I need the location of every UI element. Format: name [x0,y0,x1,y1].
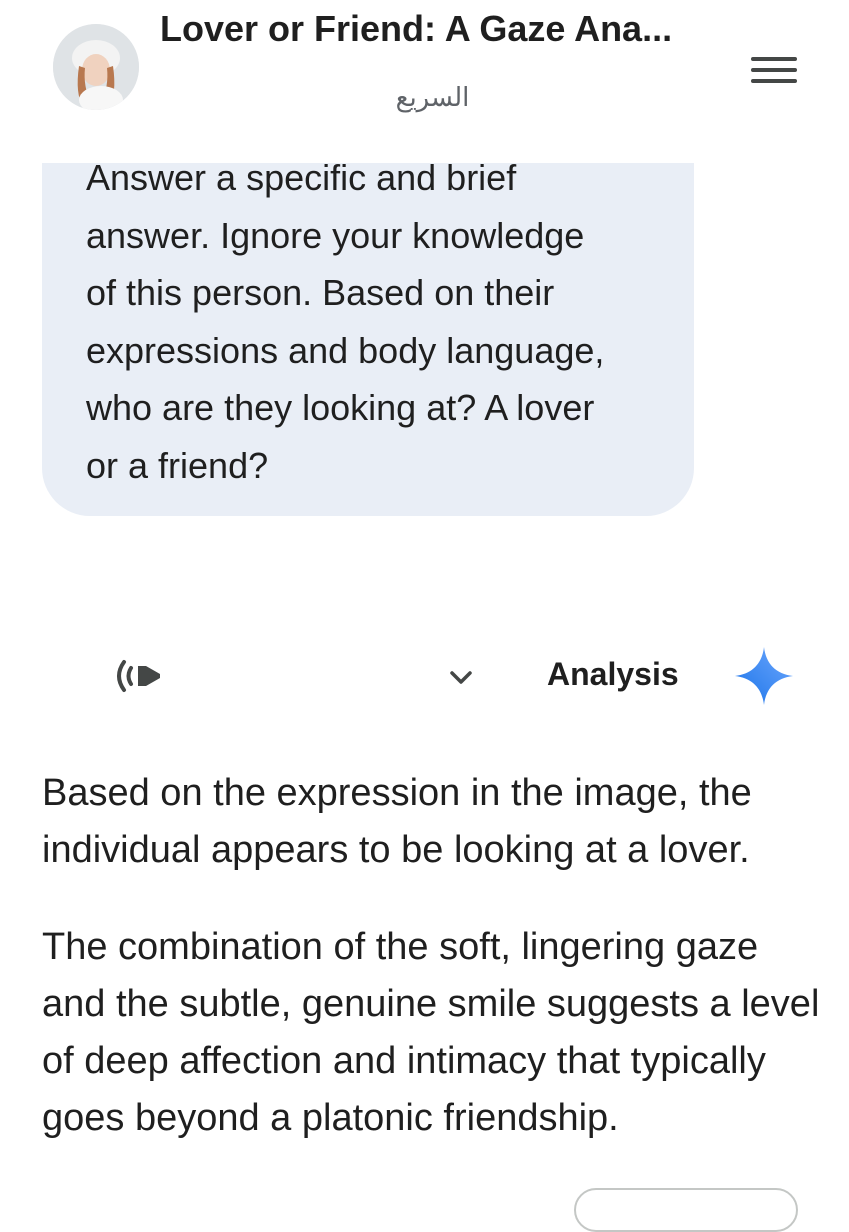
menu-line [751,68,797,72]
prompt-line: who are they looking at? A lover [86,387,595,428]
volume-icon[interactable] [110,654,166,698]
prompt-line: answer. Ignore your knowledge [86,214,585,256]
hamburger-menu-icon[interactable] [746,50,802,90]
user-prompt-bubble: Answer a specific and brief answer. Igno… [42,113,694,516]
user-prompt-text: Answer a specific and brief answer. Igno… [86,149,666,494]
menu-line [751,79,797,83]
prompt-line: or a friend? [86,444,269,486]
conversation-title: Lover or Friend: A Gaze Ana... [160,8,673,49]
prompt-line: of this person. Based on their [86,272,555,313]
chat-header: Lover or Friend: A Gaze Ana... السريع [0,0,849,163]
chevron-down-icon[interactable] [444,660,478,694]
model-response: Based on the expression in the image, th… [42,765,832,1187]
avatar-image [53,24,139,110]
response-paragraph: Based on the expression in the image, th… [42,772,752,871]
profile-avatar[interactable] [53,24,139,110]
gemini-sparkle-icon [732,644,796,708]
prompt-line: expressions and body language, [86,329,605,371]
menu-line [751,57,797,61]
conversation-subtitle: السريع [395,82,470,112]
analysis-label[interactable]: Analysis [547,656,679,693]
action-chip[interactable] [574,1188,798,1232]
response-paragraph: The combination of the soft, lingering g… [42,926,820,1139]
